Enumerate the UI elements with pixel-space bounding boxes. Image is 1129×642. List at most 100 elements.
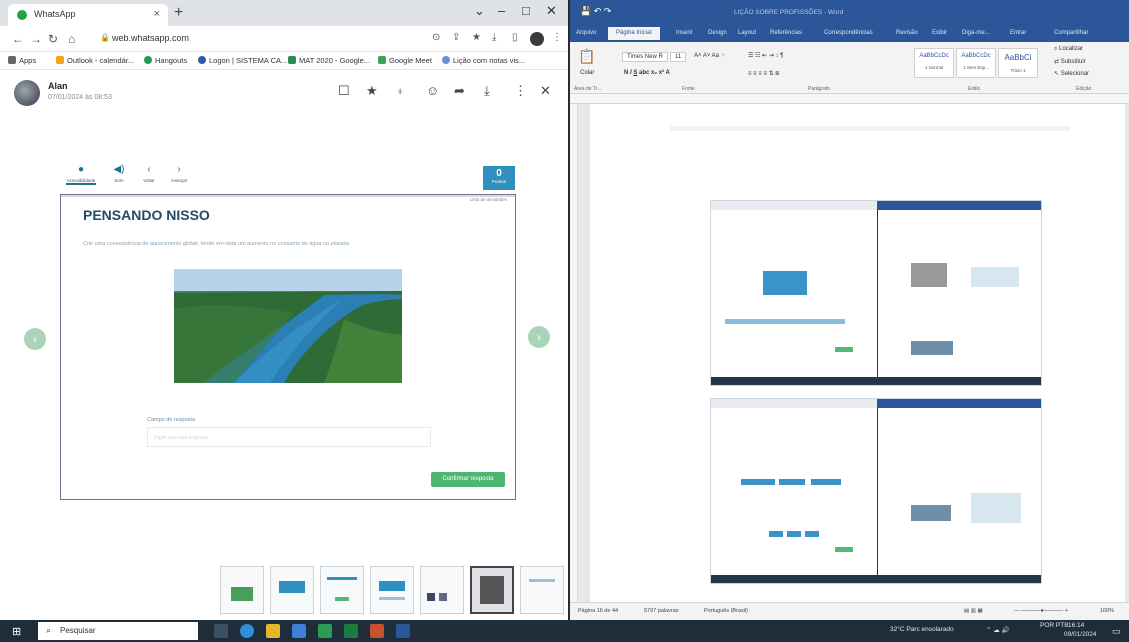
previous-arrow-button[interactable]: ‹ (24, 328, 46, 350)
forward-message-icon[interactable]: ➦ (454, 83, 465, 99)
contact-name[interactable]: Alan (48, 81, 68, 91)
font-size-field[interactable]: 11 (670, 52, 687, 62)
message-box-icon[interactable]: ☐ (338, 83, 350, 99)
accessibility-button[interactable]: ● Acessibilidade (66, 164, 96, 185)
download-media-icon[interactable]: ⤓ (484, 83, 490, 99)
pin-icon[interactable]: ⍖ (396, 83, 404, 99)
close-media-icon[interactable]: ✕ (540, 83, 551, 99)
edge-icon[interactable] (240, 624, 254, 638)
chrome-icon[interactable] (318, 624, 332, 638)
profile-avatar[interactable] (530, 32, 544, 46)
tab-search-icon[interactable]: ⌄ (474, 3, 485, 19)
horizontal-ruler[interactable] (570, 94, 1129, 104)
thumbnail[interactable] (420, 566, 464, 614)
home-icon[interactable]: ⌂ (68, 32, 75, 46)
tab-correspondencias[interactable]: Correspondências (824, 30, 873, 36)
answer-input[interactable]: Digite aqui sua resposta (147, 427, 431, 447)
menu-icon[interactable]: ⋮ (552, 32, 562, 43)
embedded-screenshot-1[interactable] (710, 200, 1042, 386)
bookmark-hangouts[interactable]: Hangouts (144, 56, 187, 65)
tray-icons[interactable]: ⌃ ☁ 🔊 (986, 626, 1010, 634)
emoji-icon[interactable]: ☺ (426, 83, 439, 98)
excel-icon[interactable] (344, 624, 358, 638)
thumbnail[interactable] (370, 566, 414, 614)
tab-inserir[interactable]: Inserir (676, 30, 693, 36)
task-view-icon[interactable] (214, 624, 228, 638)
replace-button[interactable]: ⇄ Substituir (1054, 58, 1086, 65)
font-name-field[interactable]: Times New R (622, 52, 668, 62)
next-slide-button[interactable]: › Avançar (164, 164, 194, 183)
format-icons[interactable]: N I S abc x₂ x² A (624, 70, 670, 76)
find-button[interactable]: ⌕ Localizar (1054, 46, 1083, 53)
tab-arquivo[interactable]: Arquivo (576, 30, 596, 36)
bookmark-outlook[interactable]: Outlook - calendár... (56, 56, 134, 65)
tab-revisao[interactable]: Revisão (896, 30, 918, 36)
align-icons[interactable]: ≡ ≡ ≡ ≡ ⇅ ⧈ (748, 70, 779, 78)
tab-layout[interactable]: Layout (738, 30, 756, 36)
word-count[interactable]: 5797 palavras (644, 608, 679, 614)
share-icon[interactable]: ⇪ (452, 32, 460, 43)
back-icon[interactable]: ← (12, 32, 24, 46)
paste-button[interactable]: Colar (580, 70, 594, 76)
bookmark-meet[interactable]: Google Meet (378, 56, 432, 65)
next-arrow-button[interactable]: › (528, 326, 550, 348)
select-button[interactable]: ↖ Selecionar (1054, 70, 1089, 77)
back-slide-button[interactable]: ‹ Voltar (134, 164, 164, 183)
thumbnail[interactable] (270, 566, 314, 614)
language-indicator[interactable]: POR PTB (1040, 622, 1069, 629)
activities-link[interactable]: Lista de atividades (470, 197, 507, 202)
quick-access-icons[interactable]: 💾 ↶ ↷ (580, 6, 611, 17)
contact-avatar[interactable] (14, 80, 40, 106)
star-icon[interactable]: ★ (472, 32, 481, 43)
clock-time[interactable]: 16:14 (1068, 622, 1084, 629)
maximize-button[interactable]: □ (522, 3, 530, 18)
powerpoint-icon[interactable] (370, 624, 384, 638)
new-tab-button[interactable]: + (174, 4, 183, 22)
vertical-ruler[interactable] (570, 104, 578, 602)
bookmark-sistema[interactable]: Logon | SISTEMA CA... (198, 56, 287, 65)
language-indicator[interactable]: Português (Brasil) (704, 608, 748, 614)
file-explorer-icon[interactable] (266, 624, 280, 638)
tab-whatsapp[interactable]: WhatsApp × (8, 4, 168, 26)
sidepanel-icon[interactable]: ▯ (512, 32, 518, 43)
notifications-icon[interactable]: ▭ (1112, 626, 1121, 637)
style-normal[interactable]: AaBbCcDc 1 Normal (914, 48, 954, 78)
bookmark-apps[interactable]: Apps (8, 56, 36, 65)
lens-icon[interactable]: ⊙ (432, 32, 440, 43)
list-icons[interactable]: ☰ ☷ ⇤ ⇥ ↕ ¶ (748, 52, 783, 59)
sound-button[interactable]: ◀) Som (104, 164, 134, 183)
bookmark-licao[interactable]: Lição com notas vis... (442, 56, 525, 65)
taskbar-search[interactable]: ⌕ Pesquisar (38, 622, 198, 640)
thumbnail[interactable] (320, 566, 364, 614)
clock-date[interactable]: 09/01/2024 (1064, 631, 1097, 638)
share-button[interactable]: Compartilhar (1054, 30, 1088, 36)
confirm-answer-button[interactable]: Confirmar resposta (431, 472, 505, 487)
start-button[interactable]: ⊞ (12, 625, 21, 638)
tell-me-field[interactable]: Diga-me... (962, 30, 990, 36)
style-sem-espacamento[interactable]: AaBbCcDc 1 Sem Esp... (956, 48, 996, 78)
more-icon[interactable]: ⋮ (514, 83, 527, 99)
weather-widget[interactable]: 32°C Parc ensolarado (890, 626, 954, 633)
tab-design[interactable]: Design (708, 30, 727, 36)
zoom-level[interactable]: 100% (1100, 608, 1114, 614)
embedded-screenshot-2[interactable] (710, 398, 1042, 584)
thumbnail[interactable] (220, 566, 264, 614)
document-page[interactable] (590, 104, 1125, 602)
forward-icon[interactable]: → (30, 32, 42, 46)
paste-icon[interactable]: 📋 (578, 48, 595, 65)
page-counter[interactable]: Página 16 de 44 (578, 608, 618, 614)
font-grow-icons[interactable]: A˄ A˅ Aa ⁘ (694, 52, 726, 59)
thumbnail-selected[interactable] (470, 566, 514, 614)
store-icon[interactable] (292, 624, 306, 638)
url-field[interactable]: 🔒 web.whatsapp.com (98, 30, 410, 48)
minimize-button[interactable]: – (498, 3, 505, 18)
word-icon[interactable] (396, 624, 410, 638)
zoom-slider[interactable]: — ─────●───── + (1014, 608, 1068, 614)
close-tab-icon[interactable]: × (154, 8, 160, 20)
tab-referencias[interactable]: Referências (770, 30, 802, 36)
sign-in-link[interactable]: Entrar (1010, 30, 1026, 36)
star-message-icon[interactable]: ★ (366, 83, 378, 99)
tab-exibir[interactable]: Exibir (932, 30, 947, 36)
style-titulo-1[interactable]: AaBbCi Título 1 (998, 48, 1038, 78)
tab-pagina-inicial[interactable]: Página Inicial (608, 27, 660, 40)
